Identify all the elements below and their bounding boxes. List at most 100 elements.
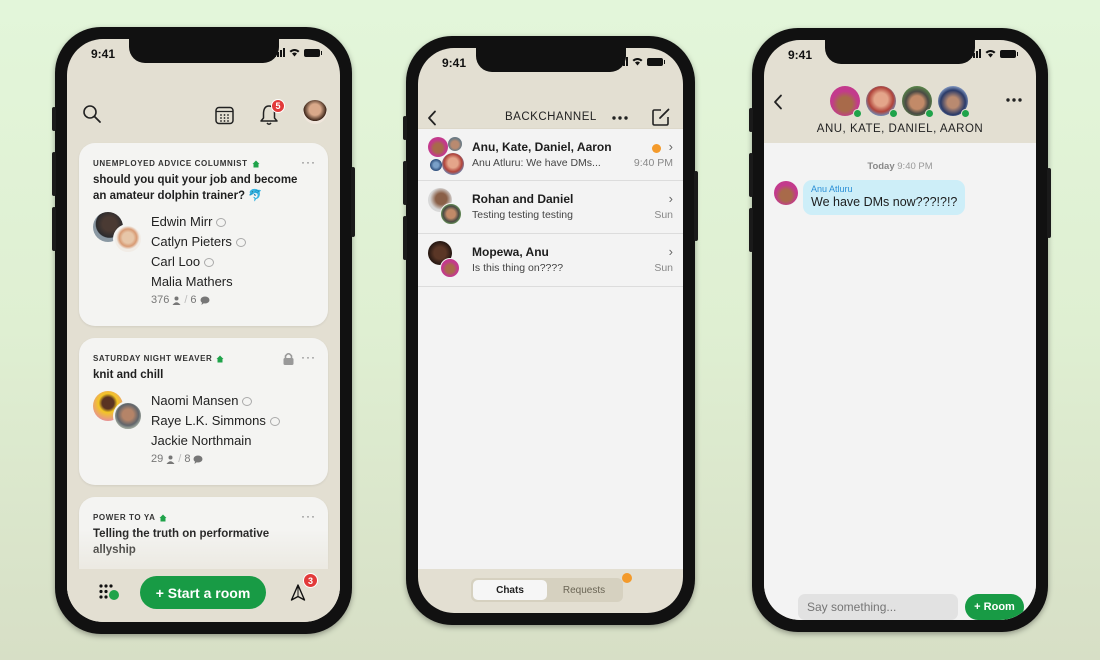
thread-avatar [442,153,464,175]
conversation-screen: 9:41 ANU, KATE, DANIEL, AARON Today 9:40… [764,40,1036,620]
speaker-name: Raye L.K. Simmons [151,411,314,431]
page-title: BACKCHANNEL [505,111,597,123]
status-icons [274,48,322,57]
chat-bubble-icon [269,416,280,426]
room-card[interactable]: UNEMPLOYED ADVICE COLUMNIST ··· should y… [79,143,328,326]
back-button[interactable] [424,106,440,130]
house-icon [252,160,260,167]
thread-preview: Anu Atluru: We have DMs... [472,157,601,169]
speaker-avatar [113,224,143,254]
speech-bubble-icon [193,455,203,464]
thread-avatar [440,258,460,278]
wifi-icon [985,50,996,58]
phone-conversation: 9:41 ANU, KATE, DANIEL, AARON Today 9:40… [749,28,1051,632]
message-bubble: Anu Atluru We have DMs now???!?!? [803,180,966,215]
message-input[interactable] [798,594,958,620]
status-time: 9:41 [788,48,813,62]
more-options-icon[interactable]: ··· [301,155,316,169]
backchannel-button[interactable]: 3 [288,573,318,604]
participant-avatar[interactable] [866,86,898,118]
club-label: POWER TO YA [93,513,156,522]
unread-dot [652,144,661,153]
back-button[interactable] [770,90,786,114]
chevron-right-icon: › [668,244,673,259]
speaker-name: Edwin Mirr [151,212,314,232]
search-icon [83,105,101,123]
profile-avatar[interactable] [303,100,327,124]
thread-row[interactable]: Mopewa, Anu Is this thing on???? › Sun [418,234,683,287]
club-label: SATURDAY NIGHT WEAVER [93,354,213,363]
side-button [749,108,753,132]
phone-hallway: 9:41 5 UNEMPLOYED ADVICE COLUMNIST ··· s… [52,27,355,634]
hallway-screen: 9:41 5 UNEMPLOYED ADVICE COLUMNIST ··· s… [67,39,340,622]
room-title: knit and chill [93,369,164,381]
speaker-name: Malia Mathers [151,274,233,289]
chevron-left-icon [428,110,436,126]
side-button [749,208,753,252]
message-area: Today 9:40 PM Anu Atluru We have DMs now… [764,143,1036,620]
thread-avatar [440,203,462,225]
room-stats: 29 / 8 [151,453,314,465]
thread-time: Sun [654,262,673,274]
paper-plane-icon [290,584,306,601]
participant-avatar[interactable] [902,86,934,118]
more-options-icon[interactable]: ··· [301,350,316,364]
side-button [52,207,56,251]
side-button [1047,168,1051,238]
side-button [52,107,56,131]
thread-name: Mopewa, Anu [472,245,549,259]
tab-chats[interactable]: Chats [473,580,547,600]
compose-button[interactable] [650,106,672,128]
thread-name: Anu, Kate, Daniel, Aaron [472,140,612,154]
requests-new-dot [622,573,632,583]
room-stats: 376 / 6 [151,294,314,306]
side-button [351,167,355,237]
speaker-name: Carl Loo [151,252,314,272]
status-time: 9:41 [442,56,467,70]
explore-button[interactable] [97,582,123,602]
more-options-button[interactable] [610,108,630,128]
more-options-button[interactable] [1004,92,1024,108]
thread-row[interactable]: Anu, Kate, Daniel, Aaron Anu Atluru: We … [418,128,683,181]
notifications-button[interactable]: 5 [257,99,285,127]
thread-avatar [430,159,442,171]
speaker-list: Edwin Mirr Catlyn Pieters Carl Loo Malia… [93,212,314,306]
speaker-name: Catlyn Pieters [151,232,314,252]
house-icon [159,514,167,521]
thread-time: Sun [654,209,673,221]
house-icon [216,355,224,362]
thread-name: Rohan and Daniel [472,192,574,206]
notch [475,48,626,72]
online-indicator [925,109,934,118]
lock-icon [283,352,294,365]
participant-avatar[interactable] [938,86,970,118]
thread-row[interactable]: Rohan and Daniel Testing testing testing… [418,181,683,234]
start-room-button[interactable]: + Start a room [140,576,266,609]
message-text: We have DMs now???!?!? [811,195,958,209]
side-button [749,153,753,197]
tab-requests[interactable]: Requests [547,580,621,600]
more-options-icon[interactable]: ··· [301,509,316,523]
battery-icon [647,57,665,66]
wifi-icon [632,58,643,66]
club-name: SATURDAY NIGHT WEAVER [93,354,314,363]
thread-preview: Testing testing testing [472,209,573,221]
club-label: UNEMPLOYED ADVICE COLUMNIST [93,159,248,168]
participants-label: ANU, KATE, DANIEL, AARON [816,123,984,135]
chevron-left-icon [774,94,782,110]
chevron-right-icon: › [668,191,673,206]
participant-avatar[interactable] [830,86,862,118]
backchannel-screen: 9:41 BACKCHANNEL Anu, Kate, Daniel, Aaro… [418,48,683,613]
calendar-icon [214,106,234,124]
side-button [403,161,407,205]
battery-icon [1000,49,1018,58]
room-card[interactable]: SATURDAY NIGHT WEAVER ··· knit and chill… [79,338,328,485]
search-button[interactable] [81,103,103,125]
battery-icon [304,48,322,57]
club-name: UNEMPLOYED ADVICE COLUMNIST [93,159,314,168]
speaker-count: 6 [190,294,197,306]
calendar-button[interactable] [213,104,235,126]
segmented-control: Chats Requests [471,578,623,602]
start-room-button[interactable]: + Room [965,594,1024,620]
speaker-avatar [113,401,143,431]
